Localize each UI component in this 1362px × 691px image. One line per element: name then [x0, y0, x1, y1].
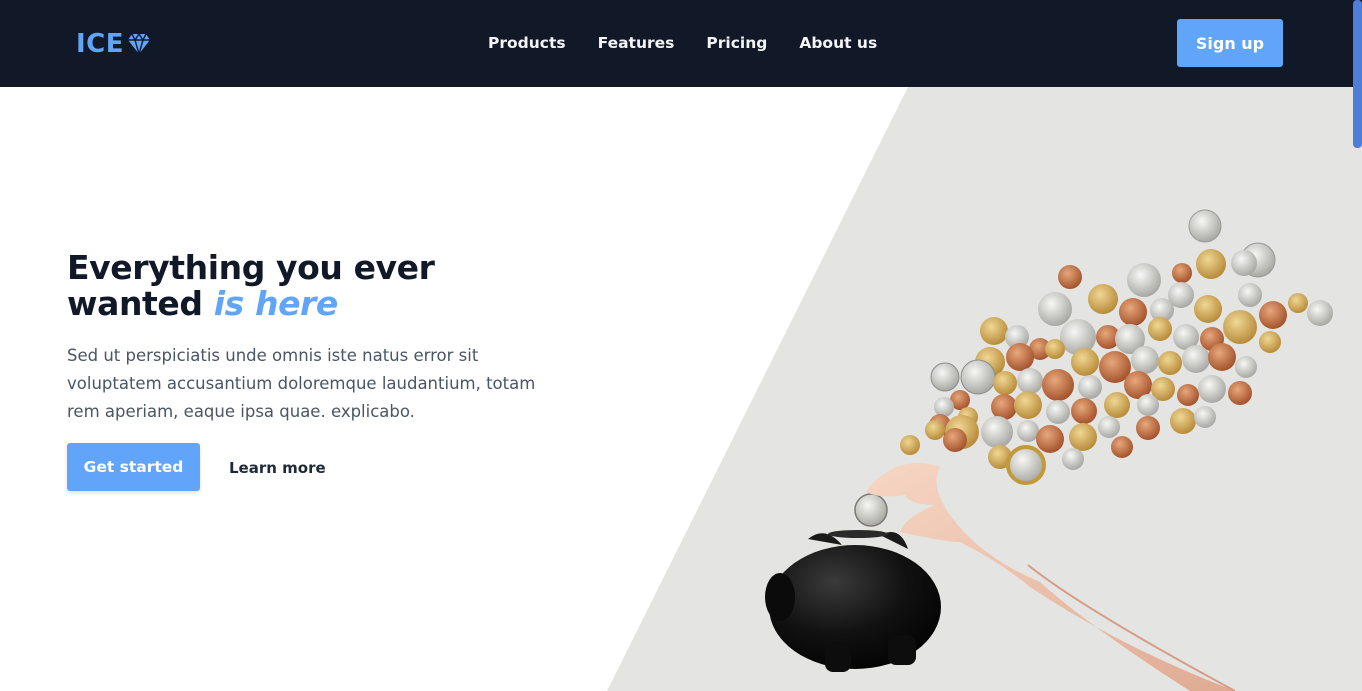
signup-button[interactable]: Sign up: [1177, 19, 1283, 67]
learn-more-link[interactable]: Learn more: [229, 459, 326, 477]
main-nav: Products Features Pricing About us: [488, 33, 877, 53]
nav-link-features[interactable]: Features: [598, 33, 675, 53]
hero-title-line2: wanted: [67, 284, 203, 323]
scrollbar-thumb[interactable]: [1353, 0, 1362, 148]
nav-link-products[interactable]: Products: [488, 33, 566, 53]
brand-logo[interactable]: ICE: [76, 29, 151, 59]
hero-title: Everything you ever wanted is here: [67, 250, 487, 322]
brand-name: ICE: [76, 29, 125, 59]
diamond-icon: [128, 33, 151, 55]
get-started-button[interactable]: Get started: [67, 443, 200, 491]
nav-link-pricing[interactable]: Pricing: [706, 33, 767, 53]
top-navbar: ICE Products Features Pricing About us S…: [0, 0, 1362, 87]
hero-title-accent: is here: [213, 284, 339, 323]
nav-link-about-us[interactable]: About us: [799, 33, 877, 53]
hero-title-line1: Everything you ever: [67, 248, 435, 287]
hero-description: Sed ut perspiciatis unde omnis iste natu…: [67, 346, 536, 421]
